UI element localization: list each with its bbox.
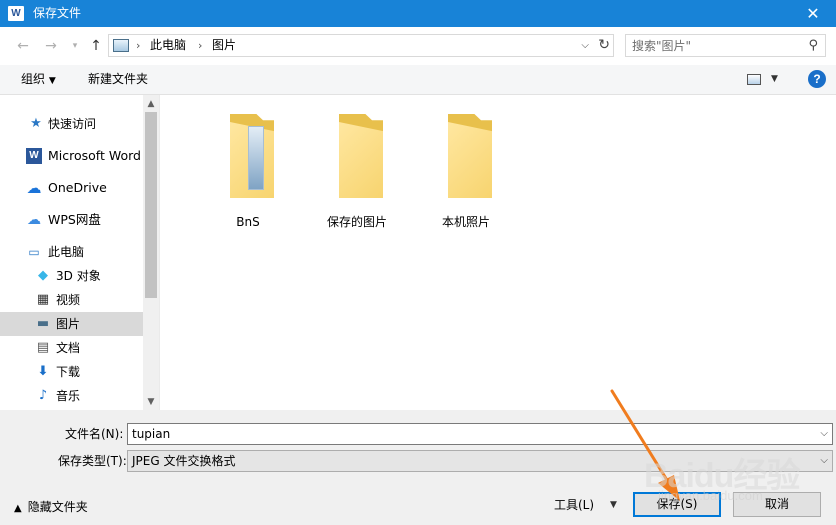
word-app-icon: W — [8, 6, 24, 21]
window-title: 保存文件 — [33, 6, 82, 20]
scroll-down-arrow-icon[interactable]: ▼ — [143, 394, 159, 410]
cancel-button[interactable]: 取消 — [733, 492, 821, 517]
sidebar-item-onedrive[interactable]: ☁ OneDrive — [0, 176, 143, 200]
folder-item-bns[interactable]: BnS — [198, 111, 298, 229]
sidebar-item-this-pc[interactable]: ▭ 此电脑 — [0, 240, 143, 264]
sidebar-item-videos[interactable]: ▦ 视频 — [0, 288, 143, 312]
help-icon[interactable]: ? — [808, 70, 826, 88]
address-bar[interactable]: › 此电脑 › 图片 ⌵ ↻ — [108, 34, 614, 57]
filename-label: 文件名(N): — [65, 427, 124, 441]
breadcrumb-this-pc[interactable]: 此电脑 — [150, 38, 186, 53]
filetype-label: 保存类型(T): — [58, 454, 127, 468]
pictures-location-icon — [113, 39, 129, 52]
sidebar-item-label: 音乐 — [56, 389, 81, 403]
organize-button[interactable]: 组织 ▼ — [21, 72, 56, 89]
sidebar-item-label: 文档 — [56, 341, 81, 355]
tools-chevron-icon[interactable]: ▼ — [610, 498, 617, 513]
filename-input[interactable] — [132, 426, 802, 442]
sidebar-item-label: Microsoft Word — [48, 148, 141, 163]
sidebar-item-quick-access[interactable]: ★ 快速访问 — [0, 112, 143, 136]
search-icon[interactable]: ⚲ — [808, 38, 818, 53]
search-input[interactable] — [632, 38, 802, 53]
sidebar-item-label: WPS网盘 — [48, 212, 101, 227]
save-form-panel: 文件名(N): ⌵ 保存类型(T): JPEG 文件交换格式 ⌵ ▲隐藏文件夹 … — [0, 410, 836, 525]
filename-combobox[interactable]: ⌵ — [127, 423, 833, 445]
search-box[interactable]: ⚲ — [625, 34, 826, 57]
film-icon: ▦ — [36, 292, 50, 307]
sidebar-item-label: 快速访问 — [48, 117, 97, 131]
sidebar-item-label: 视频 — [56, 293, 81, 307]
breadcrumb-pictures[interactable]: 图片 — [212, 38, 236, 53]
organize-label: 组织 — [21, 72, 46, 86]
scrollbar-thumb[interactable] — [145, 112, 157, 298]
sidebar-item-pictures[interactable]: ▬ 图片 — [0, 312, 143, 336]
star-icon: ★ — [30, 116, 42, 131]
folder-icon — [438, 114, 498, 198]
navigation-bar: ← → ▾ ↑ › 此电脑 › 图片 ⌵ ↻ ⚲ — [0, 27, 836, 65]
folder-name: BnS — [236, 215, 260, 229]
command-toolbar: 组织 ▼ 新建文件夹 ▼ ? — [0, 65, 836, 95]
folder-name: 保存的图片 — [326, 215, 387, 229]
sidebar-item-label: 3D 对象 — [56, 269, 101, 283]
back-arrow-icon[interactable]: ← — [12, 37, 34, 55]
change-view-icon[interactable] — [747, 74, 761, 85]
forward-arrow-icon[interactable]: → — [40, 37, 62, 55]
pictures-icon: ▬ — [36, 316, 50, 331]
chevron-up-icon: ▲ — [14, 503, 22, 514]
filetype-value: JPEG 文件交换格式 — [132, 454, 236, 468]
folder-icon — [329, 114, 389, 198]
chevron-down-icon[interactable]: ⌵ — [820, 426, 828, 442]
recent-locations-chevron-icon[interactable]: ▾ — [64, 37, 86, 55]
sidebar-item-3d-objects[interactable]: ◆ 3D 对象 — [0, 264, 143, 288]
sidebar-item-label: 此电脑 — [48, 245, 85, 259]
tools-button[interactable]: 工具(L) — [554, 498, 594, 513]
view-options-chevron-icon[interactable]: ▼ — [771, 72, 778, 87]
address-dropdown-icon[interactable]: ⌵ — [581, 38, 589, 53]
cloud-icon: ☁ — [26, 179, 42, 197]
breadcrumb-separator-icon[interactable]: › — [136, 38, 140, 53]
cube-icon: ◆ — [38, 268, 48, 283]
folder-icon — [220, 114, 280, 198]
breadcrumb-separator-icon[interactable]: › — [198, 38, 202, 53]
refresh-icon[interactable]: ↻ — [598, 36, 610, 54]
chevron-down-icon[interactable]: ⌵ — [820, 453, 828, 469]
folder-name: 本机照片 — [441, 215, 490, 229]
sidebar-item-music[interactable]: ♪ 音乐 — [0, 384, 143, 408]
save-button[interactable]: 保存(S) — [633, 492, 721, 517]
sidebar-item-label: 下载 — [56, 365, 81, 379]
sidebar-item-label: OneDrive — [48, 180, 107, 195]
new-folder-button[interactable]: 新建文件夹 — [88, 72, 148, 87]
image-preview-icon — [248, 126, 264, 190]
sidebar-item-wps-cloud[interactable]: ☁ WPS网盘 — [0, 208, 143, 232]
sidebar-item-label: 图片 — [56, 317, 81, 331]
close-icon[interactable]: ✕ — [790, 0, 836, 27]
file-list: BnS 保存的图片 本机照片 — [161, 95, 836, 410]
word-icon: W — [26, 148, 42, 164]
folder-item-camera-roll[interactable]: 本机照片 — [416, 111, 516, 229]
navigation-pane: ★ 快速访问 W Microsoft Word ☁ OneDrive ☁ WPS… — [0, 95, 160, 410]
scroll-up-arrow-icon[interactable]: ▲ — [143, 96, 159, 112]
document-icon: ▤ — [36, 340, 50, 355]
folder-item-saved-pictures[interactable]: 保存的图片 — [307, 111, 407, 229]
sidebar-item-microsoft-word[interactable]: W Microsoft Word — [0, 144, 143, 168]
computer-icon: ▭ — [28, 245, 40, 259]
title-bar: W 保存文件 ✕ — [0, 0, 836, 27]
cloud-outline-icon: ☁ — [27, 212, 41, 228]
download-icon: ⬇ — [37, 364, 49, 379]
music-icon: ♪ — [38, 388, 48, 403]
sidebar-item-downloads[interactable]: ⬇ 下载 — [0, 360, 143, 384]
hide-folders-toggle[interactable]: ▲ 隐藏文件夹 — [14, 500, 88, 516]
chevron-down-icon: ▼ — [48, 76, 56, 86]
sidebar-item-documents[interactable]: ▤ 文档 — [0, 336, 143, 360]
filetype-select[interactable]: JPEG 文件交换格式 ⌵ — [127, 450, 833, 472]
hide-folders-label: 隐藏文件夹 — [27, 500, 88, 514]
up-arrow-icon[interactable]: ↑ — [85, 37, 107, 55]
sidebar-scrollbar[interactable]: ▲ ▼ — [143, 95, 159, 410]
